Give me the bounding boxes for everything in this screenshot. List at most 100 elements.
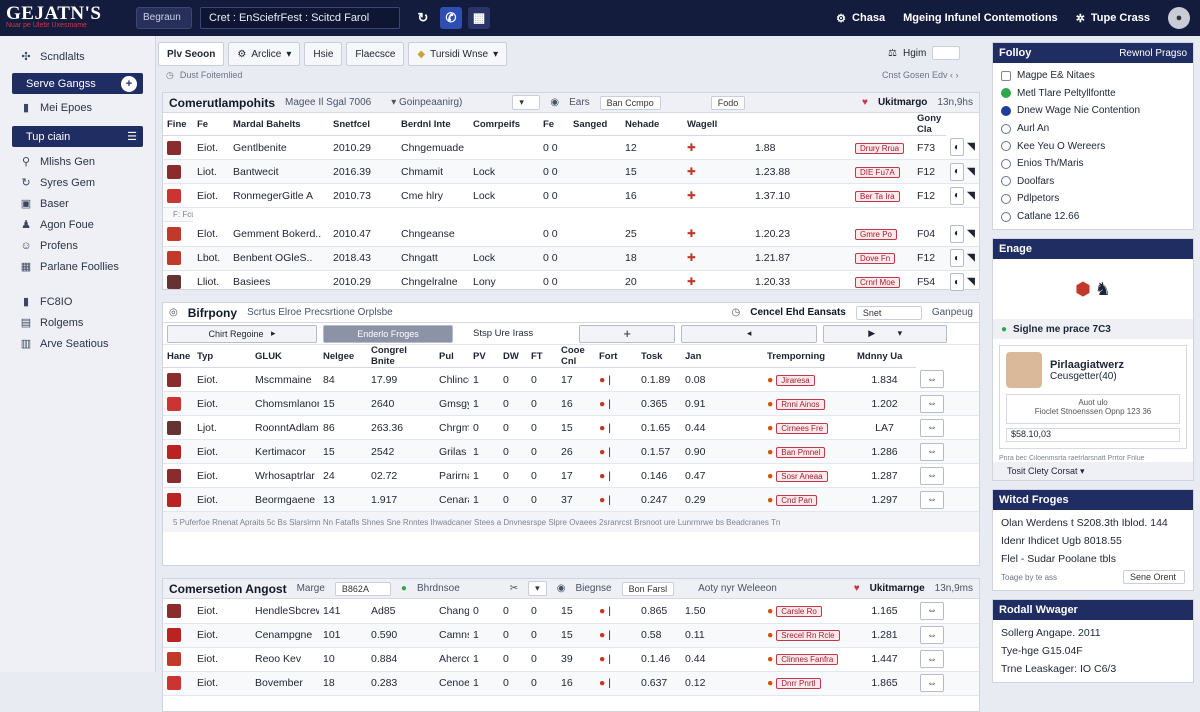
sidebar-item-3[interactable]: ▣ Baser	[12, 193, 143, 214]
col-header[interactable]: Snetfcel	[329, 113, 397, 136]
col-header[interactable]: Mardal Bahelts	[229, 113, 329, 136]
col-header[interactable]: Cooe Cnl	[557, 345, 595, 368]
far-search[interactable]: Bon Farsl	[622, 582, 675, 596]
table-row[interactable]: Liot. Bantwecit 2016.39 Chmamit Lock 0 0 15 ✚ 1.…	[163, 160, 979, 184]
col-header[interactable]: Nelgee	[319, 345, 367, 368]
expand-icon[interactable]: ◥	[967, 141, 975, 153]
chase-link[interactable]: ⚙ Chasa	[836, 12, 885, 25]
play-button[interactable]: ▶ ▾	[823, 325, 947, 343]
option[interactable]: Doolfars	[993, 173, 1193, 191]
col-header[interactable]: Pul	[435, 345, 469, 368]
compo-search[interactable]: Ban Ccmpo	[600, 96, 661, 110]
sidebar-head-serve[interactable]: Serve Gangss +	[12, 73, 143, 94]
grid-icon[interactable]: ▦	[468, 7, 490, 29]
search-input[interactable]: Begraun	[136, 7, 192, 29]
col-header[interactable]: Tremporning	[763, 345, 853, 368]
row-action-button[interactable]: ◐	[950, 225, 964, 243]
table-row[interactable]: Lbot. Benbent OGleS.. 2018.43 Chngatt Lock 0 …	[163, 246, 979, 270]
row-action-button[interactable]: ◐	[950, 273, 964, 291]
menu-icon[interactable]: ☰	[127, 130, 137, 143]
col-header[interactable]: Jan	[681, 345, 763, 368]
option[interactable]: Metl Tlare Peltyllfontte	[993, 85, 1193, 103]
marge-input[interactable]: B862A	[335, 582, 391, 596]
col-header[interactable]: Fe	[539, 113, 569, 136]
move-button[interactable]: ⇔	[920, 443, 944, 461]
sidebar-item-6[interactable]: ▦ Parlane Foollies	[12, 256, 143, 277]
col-header[interactable]: Congrel Bnite	[367, 345, 435, 368]
option[interactable]: Magpe E& Nitaes	[993, 67, 1193, 85]
sidebar-head-tup[interactable]: Tup ciain ☰	[12, 126, 143, 147]
option[interactable]: Pdlpetors	[993, 190, 1193, 208]
col-header[interactable]: Nehade	[621, 113, 683, 136]
breadcrumb-input[interactable]: Cret : EnSciefrFest : Scitcd Farol	[200, 7, 400, 29]
scale-control[interactable]: ⚖ Hgim	[888, 46, 960, 60]
sidebar-item-mei[interactable]: ▮ Mei Epoes	[12, 97, 143, 118]
pick-row[interactable]: ● Siglne me prace 7C3	[993, 319, 1193, 339]
filter-select[interactable]: ▾	[528, 581, 547, 596]
col-header[interactable]: PV	[469, 345, 499, 368]
plus-icon[interactable]: +	[121, 76, 137, 92]
refresh-icon[interactable]: ↻	[412, 7, 434, 29]
table-row[interactable]: Eiot.Reoo Kev100.884Ahercode10039● |0.1.…	[163, 647, 979, 671]
col-header[interactable]: Hane	[163, 345, 193, 368]
table-row[interactable]: Lliot. Basiees 2010.29 Chngelralne Lony 0 0 20…	[163, 270, 979, 294]
table-row[interactable]: Eiot.Kertimacor152542Grilas Beline10026●…	[163, 440, 979, 464]
col-header[interactable]: Tosk	[637, 345, 681, 368]
table-row[interactable]: Ljot.RoonntAdlame86263.36Chrgmal00015● |…	[163, 416, 979, 440]
progress-button[interactable]: Enderlo Froges	[323, 325, 453, 343]
col-header[interactable]: FT	[527, 345, 557, 368]
table-row[interactable]: Eiot. Gentlbenite 2010.29 Chngemuade 0 0 12 ✚ 1…	[163, 136, 979, 160]
option[interactable]: Kee Yeu O Wereers	[993, 137, 1193, 155]
table-row[interactable]: Eiot.Mscmmaine8417.99Chlince10017● |0.1.…	[163, 368, 979, 392]
row-action-button[interactable]: ◐	[950, 163, 964, 181]
col-header[interactable]: Sanged	[569, 113, 621, 136]
move-button[interactable]: ⇔	[920, 467, 944, 485]
table-row[interactable]: Eiot. RonmegerGitle A 2010.73 Cme hlry Lock 0…	[163, 184, 979, 208]
sidebar-item-1[interactable]: ⚲ Mlishs Gen	[12, 151, 143, 172]
col-header[interactable]: Fine	[163, 113, 193, 136]
sort-select[interactable]: Fodo	[711, 96, 746, 110]
tab-tursidi[interactable]: ◆ Tursidi Wnse ▾	[408, 42, 507, 66]
sidebar-item-9[interactable]: ▥ Arve Seatious	[12, 333, 143, 354]
row-action-button[interactable]: ◐	[950, 249, 964, 267]
table-row[interactable]: Eiot.Beormgaene131.917Cenaral10037● |0.2…	[163, 488, 979, 512]
table-row[interactable]: Eiot.Cenampgne1010.590Camnst10015● |0.58…	[163, 623, 979, 647]
col-header[interactable]: Fe	[193, 113, 229, 136]
table-row[interactable]: Eiot.Chomsmlanor152640Gmsgytoleral10016●…	[163, 392, 979, 416]
col-header[interactable]: Wagell	[683, 113, 751, 136]
option[interactable]: Catlane 12.66	[993, 208, 1193, 226]
sort-select[interactable]: Sene Orent	[1123, 570, 1185, 584]
col-header[interactable]: DW	[499, 345, 527, 368]
sidebar-item-8[interactable]: ▤ Rolgems	[12, 312, 143, 333]
option[interactable]: Dnew Wage Nie Contention	[993, 102, 1193, 120]
table-row[interactable]: Eiot.Wrhosaptrlar2402.72Parirnal10017● |…	[163, 464, 979, 488]
tab-flaecsce[interactable]: Flaecsce	[346, 42, 404, 66]
expand-icon[interactable]: ◥	[967, 252, 975, 264]
sidebar-item-2[interactable]: ↻ Syres Gem	[12, 172, 143, 193]
move-button[interactable]: ⇔	[920, 650, 944, 668]
type-cross-link[interactable]: ✲ Tupe Crass	[1076, 12, 1150, 25]
tab-arclice[interactable]: ⚙ Arclice ▾	[228, 42, 300, 66]
col-header[interactable]: Comrpeifs	[469, 113, 539, 136]
move-button[interactable]: ⇔	[920, 674, 944, 692]
row-action-button[interactable]: ◐	[950, 187, 964, 205]
bird-icon[interactable]: ✆	[440, 7, 462, 29]
tab-hsie[interactable]: Hsie	[304, 42, 342, 66]
move-button[interactable]: ⇔	[920, 491, 944, 509]
sidebar-item-5[interactable]: ☺ Profens	[12, 235, 143, 256]
sort-dropdown[interactable]: Tosit Clety Corsat ▾	[993, 462, 1193, 480]
col-header[interactable]: Gony Cla	[913, 113, 946, 136]
add-button[interactable]: +	[579, 325, 675, 343]
move-button[interactable]: ⇔	[920, 602, 944, 620]
option[interactable]: Enios Th/Maris	[993, 155, 1193, 173]
player-card[interactable]: Pirlaagiatwerz Ceusgetter(40) Auot ulo Fio…	[999, 345, 1187, 449]
expand-icon[interactable]: ◥	[967, 189, 975, 201]
region-dropdown[interactable]: Chirt Regoine ▸	[167, 325, 317, 343]
move-button[interactable]: ⇔	[920, 419, 944, 437]
expand-icon[interactable]: ◥	[967, 165, 975, 177]
tab-season[interactable]: Plv Seoon	[158, 42, 224, 66]
move-button[interactable]: ⇔	[920, 395, 944, 413]
filter-select[interactable]: ▾	[512, 95, 540, 110]
sidebar-item-7[interactable]: ▮ FC8IO	[12, 291, 143, 312]
move-button[interactable]: ⇔	[920, 626, 944, 644]
